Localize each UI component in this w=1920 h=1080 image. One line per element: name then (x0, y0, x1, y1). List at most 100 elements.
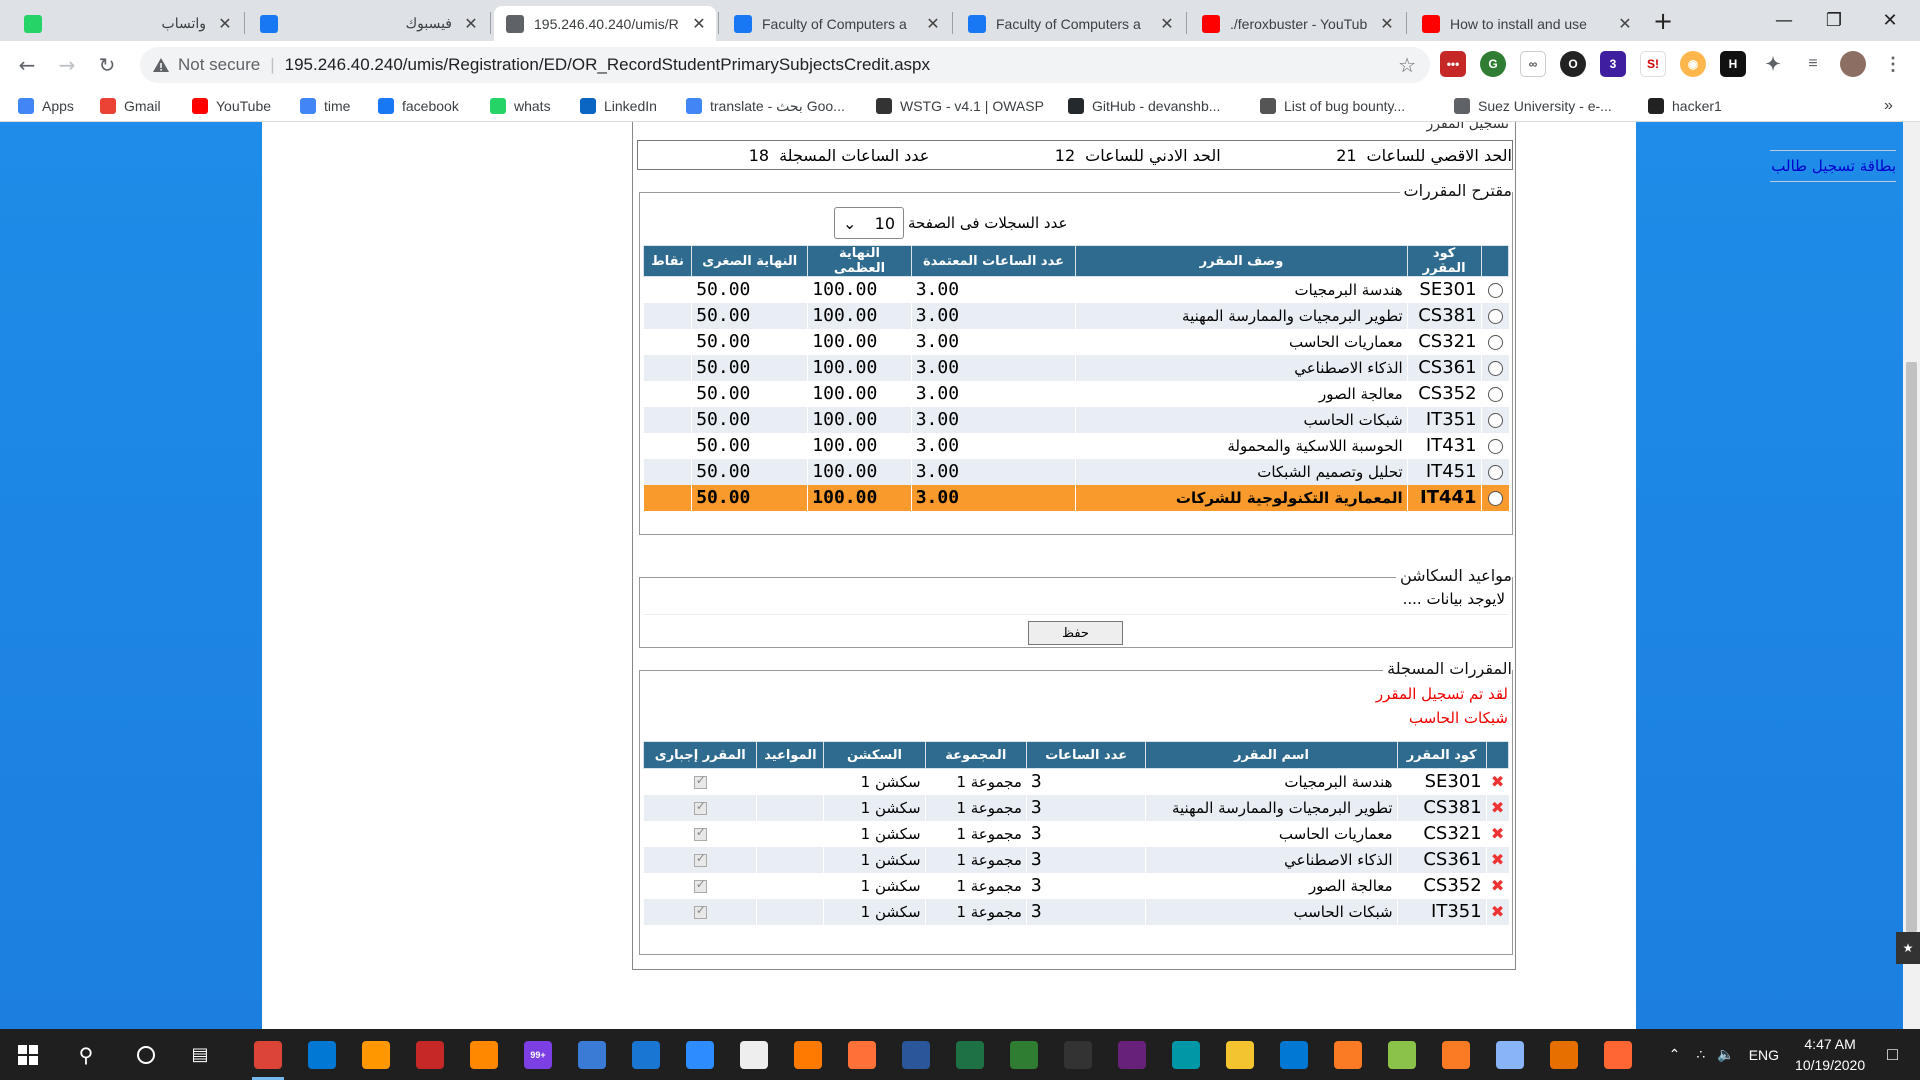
taskbar-app[interactable] (1054, 1029, 1102, 1080)
taskbar-app[interactable] (892, 1029, 940, 1080)
proposed-row[interactable]: CS361 الذكاء الاصطناعي 3.00 100.00 50.00 (642, 354, 1509, 381)
bookmark-item[interactable]: Gmail (100, 96, 161, 116)
taskbar-app[interactable] (622, 1029, 670, 1080)
taskbar-app[interactable] (244, 1029, 292, 1080)
row-radio-button[interactable] (1487, 334, 1503, 350)
reload-icon[interactable]: ↻ (94, 52, 120, 78)
menu-dots-icon[interactable]: ⋮ (1880, 51, 1906, 77)
close-tab-icon[interactable]: ✕ (924, 14, 942, 33)
bookmark-item[interactable]: translate - بحث Goo... (686, 96, 845, 116)
task-view-icon[interactable]: ▤ (176, 1029, 224, 1080)
extension-badge-icon[interactable]: 3 (1600, 51, 1626, 77)
browser-tab[interactable]: Faculty of Computers a ✕ (956, 6, 1184, 41)
clock[interactable]: 4:47 AM 10/19/2020 (1795, 1034, 1865, 1076)
bookmark-item[interactable]: hacker1 (1648, 96, 1722, 116)
extensions-puzzle-icon[interactable]: ✦ (1760, 51, 1786, 77)
taskbar-app[interactable] (676, 1029, 724, 1080)
extension-globe-icon[interactable]: G (1480, 51, 1506, 77)
bookmark-item[interactable]: facebook (378, 96, 459, 116)
floating-widget-icon[interactable]: ★ (1896, 932, 1920, 964)
taskbar-app[interactable] (352, 1029, 400, 1080)
row-radio-button[interactable] (1487, 282, 1503, 298)
bookmark-item[interactable]: GitHub - devanshb... (1068, 96, 1220, 116)
taskbar-app[interactable] (1216, 1029, 1264, 1080)
new-tab-button[interactable]: + (1640, 0, 1686, 41)
url-text[interactable]: 195.246.40.240/umis/Registration/ED/OR_R… (285, 55, 930, 75)
taskbar-app[interactable] (406, 1029, 454, 1080)
bookmark-item[interactable]: whats (490, 96, 551, 116)
extension-s-icon[interactable]: S! (1640, 51, 1666, 77)
student-registration-card-link[interactable]: بطاقة تسجيل طالب (1770, 150, 1896, 182)
close-tab-icon[interactable]: ✕ (462, 14, 480, 33)
volume-icon[interactable]: 🔈 (1717, 1046, 1734, 1063)
taskbar-app[interactable] (1270, 1029, 1318, 1080)
wifi-icon[interactable]: ∴ (1696, 1046, 1705, 1063)
taskbar-app[interactable] (1378, 1029, 1426, 1080)
taskbar-app[interactable] (1108, 1029, 1156, 1080)
security-status[interactable]: Not secure (178, 55, 260, 75)
proposed-row[interactable]: CS321 معماريات الحاسب 3.00 100.00 50.00 (642, 328, 1509, 355)
browser-tab[interactable]: Faculty of Computers a ✕ (722, 6, 950, 41)
browser-tab[interactable]: How to install and use ✕ (1410, 6, 1642, 41)
close-tab-icon[interactable]: ✕ (216, 14, 234, 33)
bookmark-item[interactable]: LinkedIn (580, 96, 657, 116)
taskbar-app[interactable] (1486, 1029, 1534, 1080)
extension-owl-icon[interactable]: ◉ (1680, 51, 1706, 77)
row-radio-button[interactable] (1487, 464, 1503, 480)
row-radio-button[interactable] (1487, 438, 1503, 454)
taskbar-app[interactable] (298, 1029, 346, 1080)
taskbar-app[interactable] (1162, 1029, 1210, 1080)
vertical-scrollbar[interactable] (1903, 122, 1920, 1029)
bookmark-item[interactable]: Apps (18, 96, 74, 116)
taskbar-app[interactable] (946, 1029, 994, 1080)
extension-h-icon[interactable]: H (1720, 51, 1746, 77)
close-window-button[interactable]: ✕ (1862, 0, 1918, 41)
extension-red-icon[interactable]: ••• (1440, 51, 1466, 77)
delete-icon[interactable]: ✖ (1491, 876, 1504, 895)
delete-icon[interactable]: ✖ (1491, 850, 1504, 869)
forward-icon[interactable]: → (54, 52, 80, 78)
bookmark-item[interactable]: WSTG - v4.1 | OWASP (876, 96, 1044, 116)
minimize-button[interactable]: — (1756, 0, 1812, 41)
extension-circle-icon[interactable]: O (1560, 51, 1586, 77)
taskbar-app[interactable] (1324, 1029, 1372, 1080)
reading-list-icon[interactable]: ≡ (1800, 51, 1826, 77)
delete-icon[interactable]: ✖ (1491, 902, 1504, 921)
delete-icon[interactable]: ✖ (1491, 772, 1504, 791)
browser-tab[interactable]: 195.246.40.240/umis/R ✕ (494, 6, 716, 41)
start-button[interactable] (4, 1029, 52, 1080)
language-indicator[interactable]: ENG (1749, 1047, 1779, 1063)
proposed-row[interactable]: IT441 المعمارية التكنولوجية للشركات 3.00 10… (642, 484, 1509, 511)
row-radio-button[interactable] (1487, 412, 1503, 428)
bookmark-item[interactable]: List of bug bounty... (1260, 96, 1405, 116)
close-tab-icon[interactable]: ✕ (1158, 14, 1176, 33)
cortana-icon[interactable] (122, 1029, 170, 1080)
bookmark-item[interactable]: time (300, 96, 350, 116)
extension-links-icon[interactable]: ∞ (1520, 51, 1546, 77)
profile-avatar[interactable] (1840, 51, 1866, 77)
browser-tab[interactable]: ./feroxbuster - YouTub ✕ (1190, 6, 1404, 41)
taskbar-app[interactable] (1540, 1029, 1588, 1080)
proposed-row[interactable]: CS352 معالجة الصور 3.00 100.00 50.00 (642, 380, 1509, 407)
back-icon[interactable]: ← (14, 52, 40, 78)
taskbar-app[interactable] (1432, 1029, 1480, 1080)
tray-chevron-up-icon[interactable]: ⌃ (1669, 1046, 1681, 1063)
address-bar[interactable]: Not secure | 195.246.40.240/umis/Registr… (140, 47, 1430, 83)
row-radio-button[interactable] (1487, 360, 1503, 376)
row-radio-button[interactable] (1487, 308, 1503, 324)
notifications-icon[interactable]: □ (1887, 1044, 1898, 1065)
row-radio-button[interactable] (1487, 386, 1503, 402)
bookmark-item[interactable]: Suez University - e-... (1454, 96, 1612, 116)
taskbar-app[interactable]: 99+ (514, 1029, 562, 1080)
maximize-button[interactable]: ❐ (1806, 0, 1862, 41)
proposed-row[interactable]: IT351 شبكات الحاسب 3.00 100.00 50.00 (642, 406, 1509, 433)
row-radio-button[interactable] (1487, 490, 1503, 506)
save-button[interactable]: حفظ (1028, 621, 1123, 645)
proposed-row[interactable]: CS381 تطوير البرمجيات والممارسة المهنية 3.… (642, 302, 1509, 329)
taskbar-app[interactable] (730, 1029, 778, 1080)
taskbar-app[interactable] (460, 1029, 508, 1080)
proposed-row[interactable]: IT431 الحوسبة اللاسكية والمحمولة 3.00 100.0… (642, 432, 1509, 459)
taskbar-app[interactable] (784, 1029, 832, 1080)
proposed-row[interactable]: IT451 تحليل وتصميم الشبكات 3.00 100.00 50.00 (642, 458, 1509, 485)
delete-icon[interactable]: ✖ (1491, 798, 1504, 817)
